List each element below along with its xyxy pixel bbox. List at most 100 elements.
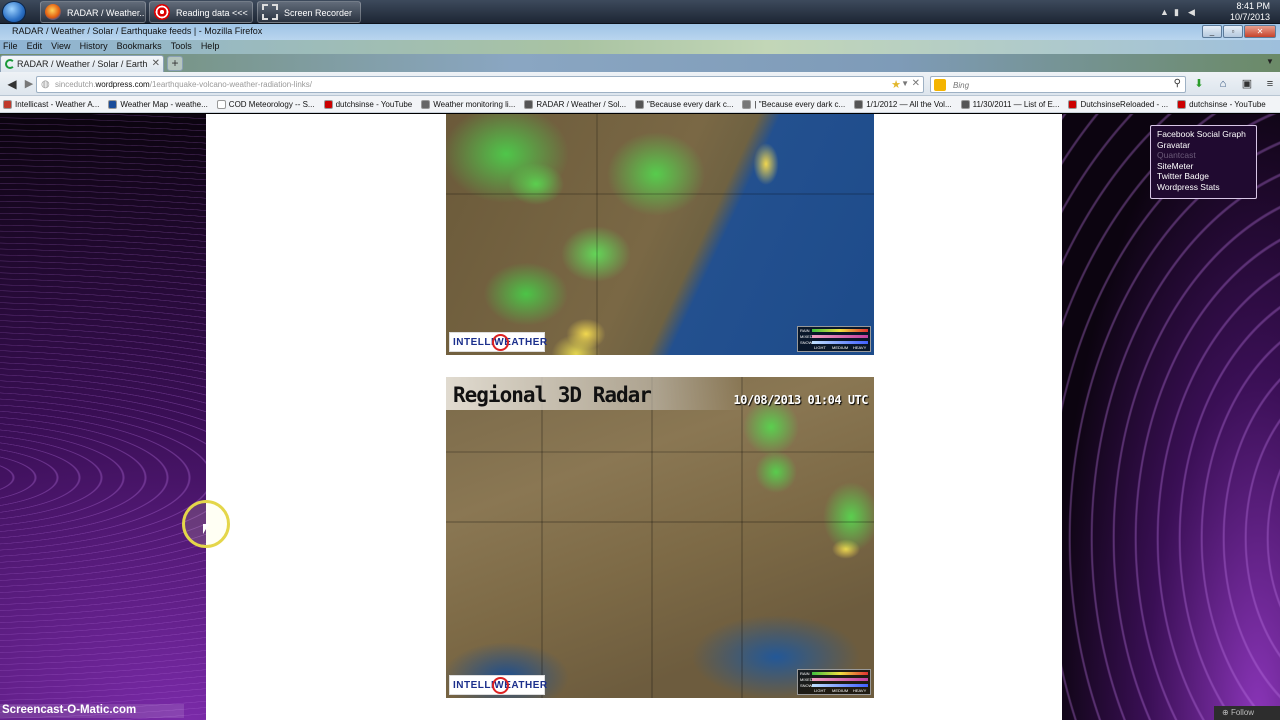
search-bar[interactable]: ⚲ [930, 76, 1186, 93]
menu-history[interactable]: History [77, 40, 111, 51]
menu-bookmarks[interactable]: Bookmarks [114, 40, 165, 51]
tab-close-icon[interactable]: ✕ [152, 58, 160, 69]
home-icon[interactable]: ⌂ [1216, 77, 1230, 91]
addon-icon[interactable]: ▣ [1240, 77, 1254, 91]
legend-heavy: HEAVY [853, 345, 867, 350]
bookmark-item[interactable]: Intellicast - Weather A... [3, 96, 99, 112]
menu-file[interactable]: File [0, 40, 21, 51]
screen-recorder-icon [262, 4, 278, 20]
maximize-button[interactable]: ▫ [1223, 25, 1243, 38]
history-dropdown-icon[interactable]: ▼ [901, 79, 909, 88]
logo-ring [492, 677, 509, 694]
widget-link-gravatar[interactable]: Gravatar [1157, 140, 1250, 151]
map-borders [446, 114, 874, 355]
bookmark-label: | "Because every dark c... [754, 100, 846, 109]
bookmark-item[interactable]: dutchsinse - YouTube [1177, 96, 1266, 112]
bookmark-favicon-icon [742, 100, 752, 109]
legend-rain: RAIN [800, 671, 810, 676]
widget-link-sitemeter[interactable]: SiteMeter [1157, 161, 1250, 172]
bookmark-item[interactable]: | "Because every dark c... [742, 96, 846, 112]
tray-expand-icon[interactable]: ▲ [1160, 7, 1169, 17]
sidebar-widget: Facebook Social Graph Gravatar Quantcast… [1150, 125, 1257, 199]
tab-radar-weather[interactable]: RADAR / Weather / Solar / Earthquake fe.… [0, 55, 164, 72]
bookmark-favicon-icon [960, 100, 970, 109]
radar-legend: RAIN MIXED SNOW LIGHT MEDIUM HEAVY [797, 669, 871, 695]
taskbar-item-screen-recorder[interactable]: Screen Recorder [257, 1, 361, 23]
legend-mixed: MIXED [800, 334, 813, 339]
legend-snow: SNOW [800, 340, 813, 345]
minimize-button[interactable]: _ [1202, 25, 1222, 38]
taskbar-item-reading-data[interactable]: Reading data <<< [149, 1, 253, 23]
firefox-icon [45, 4, 61, 20]
bookmark-label: dutchsinse - YouTube [1189, 100, 1266, 109]
bing-icon[interactable] [934, 79, 946, 91]
bookmark-item[interactable]: RADAR / Weather / Sol... [524, 96, 626, 112]
legend-mixed: MIXED [800, 677, 813, 682]
bookmark-item[interactable]: COD Meteorology -- S... [216, 96, 315, 112]
widget-link-facebook-social-graph[interactable]: Facebook Social Graph [1157, 129, 1250, 140]
menu-view[interactable]: View [48, 40, 73, 51]
address-bar[interactable]: ◍ sincedutch.wordpress.com/1earthquake-v… [36, 76, 924, 93]
bookmark-favicon-icon [524, 100, 534, 109]
stop-icon[interactable]: ✕ [912, 78, 920, 89]
taskbar-item-label: Reading data <<< [176, 8, 248, 18]
content-column: INTELLIWEATHER RAIN MIXED SNOW LIGHT MED… [206, 114, 1062, 720]
window-titlebar: RADAR / Weather / Solar / Earthquake fee… [0, 24, 1280, 40]
bookmark-favicon-icon [421, 100, 431, 109]
navigation-bar: ◀ ▶ ◍ sincedutch.wordpress.com/1earthqua… [0, 72, 1280, 96]
menu-edit[interactable]: Edit [24, 40, 46, 51]
menu-help[interactable]: Help [198, 40, 223, 51]
intelliweather-logo: INTELLIWEATHER [449, 675, 547, 695]
new-tab-button[interactable]: + [167, 56, 183, 71]
network-icon[interactable]: ▮ [1174, 7, 1179, 18]
bookmark-star-icon[interactable]: ★ [891, 78, 901, 91]
clock-date[interactable]: 10/7/2013 [1230, 12, 1270, 22]
list-all-tabs-icon[interactable]: ▼ [1266, 57, 1276, 69]
bookmark-label: 11/30/2011 — List of E... [972, 100, 1060, 109]
widget-link-quantcast[interactable]: Quantcast [1157, 150, 1250, 161]
url-prefix: sincedutch. [55, 80, 96, 89]
bookmark-label: 1/1/2012 — All the Vol... [866, 100, 952, 109]
back-button[interactable]: ◀ [4, 76, 20, 92]
bookmark-favicon-icon [3, 100, 12, 109]
bookmark-label: dutchsinse - YouTube [335, 100, 413, 109]
page-background-right [1062, 114, 1280, 720]
radar-title: Regional 3D Radar [453, 383, 652, 407]
bookmark-favicon-icon [635, 100, 645, 109]
toolbar-menu-icon[interactable]: ≡ [1263, 77, 1277, 91]
radar-image-regional-3d[interactable]: Regional 3D Radar 10/08/2013 01:04 UTC I… [446, 377, 874, 698]
taskbar-item-firefox[interactable]: RADAR / Weather... [40, 1, 146, 23]
bookmark-item[interactable]: Weather Map - weathe... [108, 96, 208, 112]
radar-image-northeast[interactable]: INTELLIWEATHER RAIN MIXED SNOW LIGHT MED… [446, 114, 874, 355]
bookmark-favicon-icon [323, 100, 333, 109]
bookmark-item[interactable]: DutchsinseReloaded - ... [1068, 96, 1168, 112]
volume-icon[interactable]: ◀ [1188, 7, 1195, 18]
legend-heavy: HEAVY [853, 688, 867, 693]
bookmark-item[interactable]: 11/30/2011 — List of E... [960, 96, 1060, 112]
download-icon[interactable]: ⬇ [1192, 77, 1206, 91]
bookmark-item[interactable]: 1/1/2012 — All the Vol... [854, 96, 952, 112]
bookmark-item[interactable]: "Because every dark c... [635, 96, 733, 112]
legend-rain-bar [812, 672, 868, 675]
page-viewport[interactable]: INTELLIWEATHER RAIN MIXED SNOW LIGHT MED… [0, 114, 1280, 720]
search-icon[interactable]: ⚲ [1174, 78, 1181, 89]
close-button[interactable]: ✕ [1244, 25, 1276, 38]
mouse-pointer-icon [203, 524, 209, 534]
widget-link-twitter-badge[interactable]: Twitter Badge [1157, 171, 1250, 182]
bookmark-item[interactable]: Weather monitoring li... [421, 96, 516, 112]
widget-link-wordpress-stats[interactable]: Wordpress Stats [1157, 182, 1250, 193]
site-identity-icon[interactable]: ◍ [41, 79, 50, 90]
legend-rain: RAIN [800, 328, 810, 333]
bookmark-favicon-icon [854, 100, 864, 109]
clock-time[interactable]: 8:41 PM [1236, 1, 1270, 11]
menu-tools[interactable]: Tools [168, 40, 195, 51]
windows-taskbar: RADAR / Weather... Reading data <<< Scre… [0, 0, 1280, 24]
system-tray: ▲ ▮ ◀ 8:41 PM 10/7/2013 [1160, 0, 1280, 24]
bookmark-label: Weather monitoring li... [433, 100, 516, 109]
forward-button[interactable]: ▶ [22, 76, 36, 92]
start-button[interactable] [2, 1, 26, 23]
search-input[interactable] [953, 79, 1153, 91]
bookmark-item[interactable]: dutchsinse - YouTube [323, 96, 413, 112]
radar-title-banner: Regional 3D Radar [446, 377, 746, 410]
follow-button[interactable]: ⊕ Follow [1214, 706, 1280, 720]
